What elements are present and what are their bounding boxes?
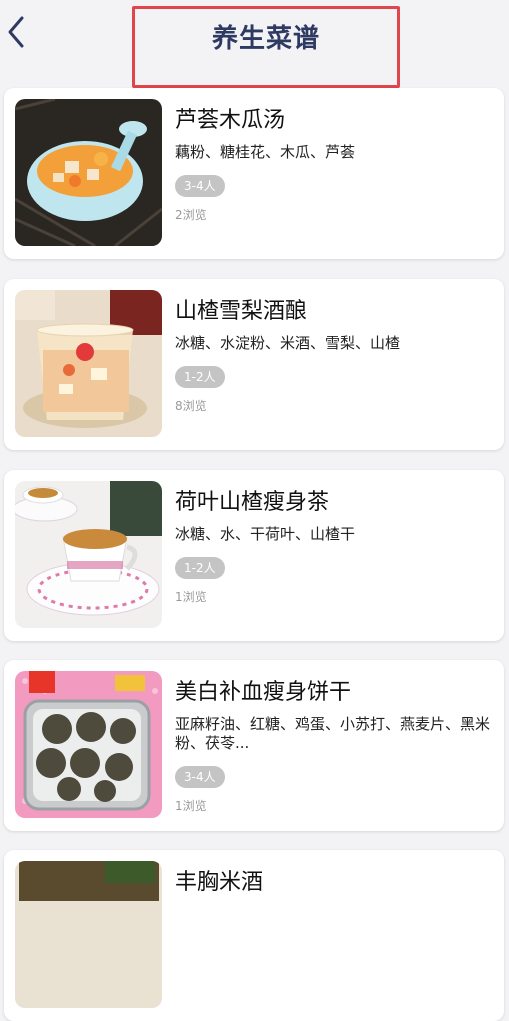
recipe-name: 山楂雪梨酒酿	[175, 299, 308, 324]
recipe-name: 丰胸米酒	[175, 870, 264, 895]
recipe-card[interactable]: 美白补血瘦身饼干 亚麻籽油、红糖、鸡蛋、小苏打、燕麦片、黑米粉、茯苓... 3-…	[4, 660, 504, 831]
view-count: 2浏览	[175, 208, 207, 222]
recipe-image	[15, 99, 162, 246]
view-count: 1浏览	[175, 590, 207, 604]
recipe-ingredients: 藕粉、糖桂花、木瓜、芦荟	[175, 143, 356, 161]
chevron-left-icon	[8, 16, 24, 48]
view-count: 1浏览	[175, 799, 207, 813]
view-count: 8浏览	[175, 399, 207, 413]
recipe-card[interactable]: 荷叶山楂瘦身茶 冰糖、水、干荷叶、山楂干 1-2人 1浏览	[4, 470, 504, 641]
servings-badge: 1-2人	[175, 557, 225, 579]
recipe-image	[15, 861, 162, 1008]
servings-badge: 3-4人	[175, 175, 225, 197]
recipe-image	[15, 481, 162, 628]
recipe-image	[15, 671, 162, 818]
back-button[interactable]	[6, 14, 28, 50]
recipe-card[interactable]: 芦荟木瓜汤 藕粉、糖桂花、木瓜、芦荟 3-4人 2浏览	[4, 88, 504, 259]
recipe-ingredients: 冰糖、水淀粉、米酒、雪梨、山楂	[175, 334, 401, 352]
page-title: 养生菜谱	[211, 24, 320, 54]
servings-badge: 1-2人	[175, 366, 225, 388]
recipe-ingredients: 亚麻籽油、红糖、鸡蛋、小苏打、燕麦片、黑米粉、茯苓...	[175, 715, 491, 752]
recipe-name: 美白补血瘦身饼干	[175, 680, 352, 705]
recipe-name: 芦荟木瓜汤	[175, 108, 286, 133]
title-highlight-box: 养生菜谱	[132, 6, 400, 88]
recipe-card[interactable]: 丰胸米酒	[4, 850, 504, 1021]
recipe-name: 荷叶山楂瘦身茶	[175, 490, 330, 515]
app-header: 养生菜谱	[0, 0, 509, 88]
recipe-image	[15, 290, 162, 437]
recipe-card[interactable]: 山楂雪梨酒酿 冰糖、水淀粉、米酒、雪梨、山楂 1-2人 8浏览	[4, 279, 504, 450]
servings-badge: 3-4人	[175, 766, 225, 788]
recipe-ingredients: 冰糖、水、干荷叶、山楂干	[175, 525, 356, 543]
